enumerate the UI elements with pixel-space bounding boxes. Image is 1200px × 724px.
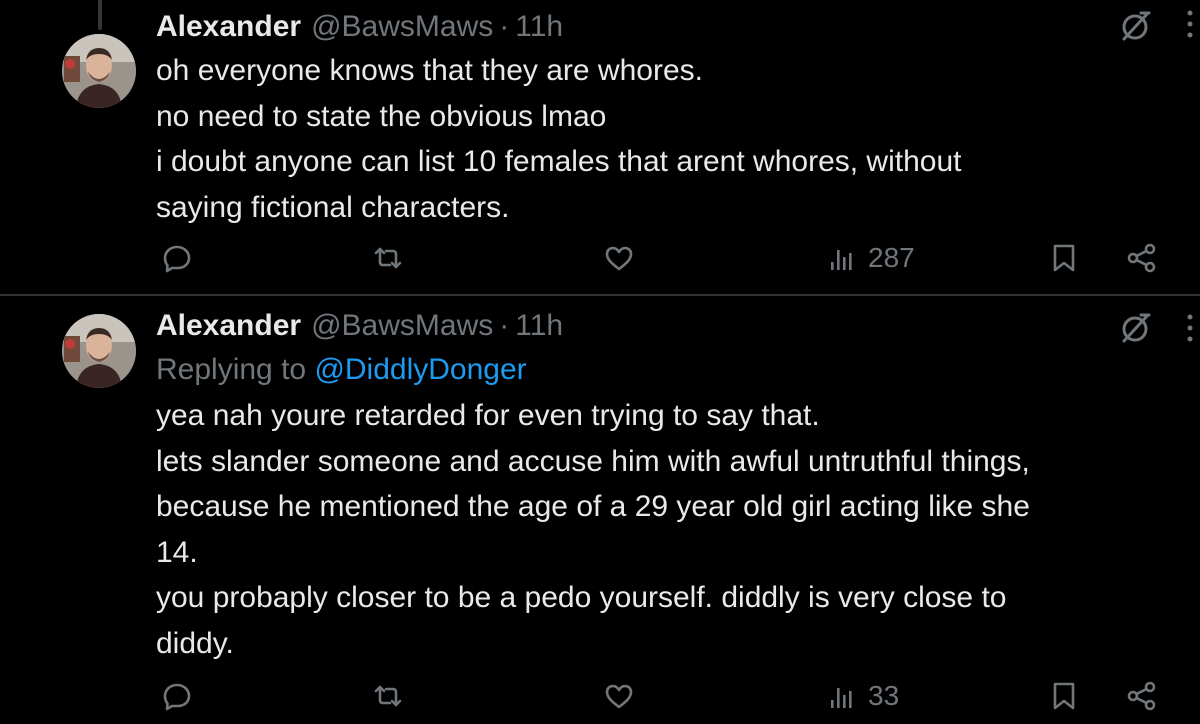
like-icon <box>605 684 633 709</box>
view-count: 287 <box>868 242 915 273</box>
more-icon[interactable] <box>1184 308 1196 348</box>
separator: · <box>499 10 510 43</box>
tweet-divider <box>0 294 1200 296</box>
bookmark-icon <box>1053 244 1075 272</box>
grok-icon[interactable] <box>1115 6 1155 46</box>
author-handle[interactable]: @BawsMaws <box>311 10 493 44</box>
author-handle[interactable]: @BawsMaws <box>311 309 493 343</box>
bookmark-button[interactable] <box>1048 238 1080 278</box>
grok-icon[interactable] <box>1115 308 1155 348</box>
tweet-content: Alexander @BawsMaws · 11h Replying to @D… <box>156 305 1170 666</box>
share-icon <box>1127 681 1156 711</box>
tweet-text-line: no need to state the obvious lmao <box>156 99 607 133</box>
like-icon <box>605 246 633 271</box>
tweet-text-line: diddy. <box>156 626 234 660</box>
tweet-text: yea nah youre retarded for even trying t… <box>156 393 1170 666</box>
like-button[interactable] <box>603 238 635 278</box>
tweet-text-line: you probaply closer to be a pedo yoursel… <box>156 581 1007 614</box>
repost-button[interactable] <box>372 238 404 278</box>
reply-icon <box>163 683 191 711</box>
views-icon <box>831 688 852 708</box>
author-name[interactable]: Alexander <box>156 309 301 343</box>
tweet-text-line: yea nah youre retarded for even trying t… <box>156 399 820 432</box>
tweet-header: Alexander @BawsMaws · 11h <box>156 6 1170 48</box>
share-button[interactable] <box>1126 238 1158 278</box>
share-icon <box>1127 243 1156 273</box>
author-name[interactable]: Alexander <box>156 10 301 44</box>
bookmark-icon <box>1053 682 1075 710</box>
separator: · <box>499 309 510 342</box>
views-button[interactable]: 33 <box>826 676 899 716</box>
view-count: 33 <box>868 680 900 711</box>
tweet-header: Alexander @BawsMaws · 11h <box>156 305 1170 347</box>
bookmark-button[interactable] <box>1048 676 1080 716</box>
more-icon[interactable] <box>1184 4 1196 44</box>
tweet-text-line: saying fictional characters. <box>156 190 510 224</box>
repost-icon <box>374 247 402 269</box>
mention-link[interactable]: @DiddlyDonger <box>314 353 526 386</box>
tweet-text-line: i doubt anyone can list 10 females that … <box>156 145 962 178</box>
tweet[interactable]: Alexander @BawsMaws · 11h oh everyone kn… <box>0 0 1200 295</box>
tweet-text-line: because he mentioned the age of a 29 yea… <box>156 490 1030 523</box>
reply-button[interactable] <box>161 238 193 278</box>
avatar[interactable] <box>62 34 136 108</box>
views-button[interactable]: 287 <box>826 238 915 278</box>
reply-icon <box>163 245 191 273</box>
timestamp[interactable]: 11h <box>515 10 563 44</box>
tweet-text-line: lets slander someone and accuse him with… <box>156 444 1030 478</box>
tweet-content: Alexander @BawsMaws · 11h oh everyone kn… <box>156 6 1170 230</box>
repost-button[interactable] <box>372 676 404 716</box>
views-icon <box>831 250 852 270</box>
reply-button[interactable] <box>161 676 193 716</box>
tweet-text: oh everyone knows that they are whores. … <box>156 48 1170 230</box>
avatar[interactable] <box>62 314 136 388</box>
like-button[interactable] <box>603 676 635 716</box>
repost-icon <box>374 685 402 707</box>
replying-to: Replying to @DiddlyDonger <box>156 347 1170 393</box>
action-bar: 287 <box>0 238 1200 278</box>
replying-to-label: Replying to <box>156 353 315 386</box>
share-button[interactable] <box>1126 676 1158 716</box>
action-bar: 33 <box>0 676 1200 716</box>
tweet-text-line: oh everyone knows that they are whores. <box>156 54 703 87</box>
timestamp[interactable]: 11h <box>515 309 563 343</box>
tweet-text-line: 14. <box>156 535 198 569</box>
